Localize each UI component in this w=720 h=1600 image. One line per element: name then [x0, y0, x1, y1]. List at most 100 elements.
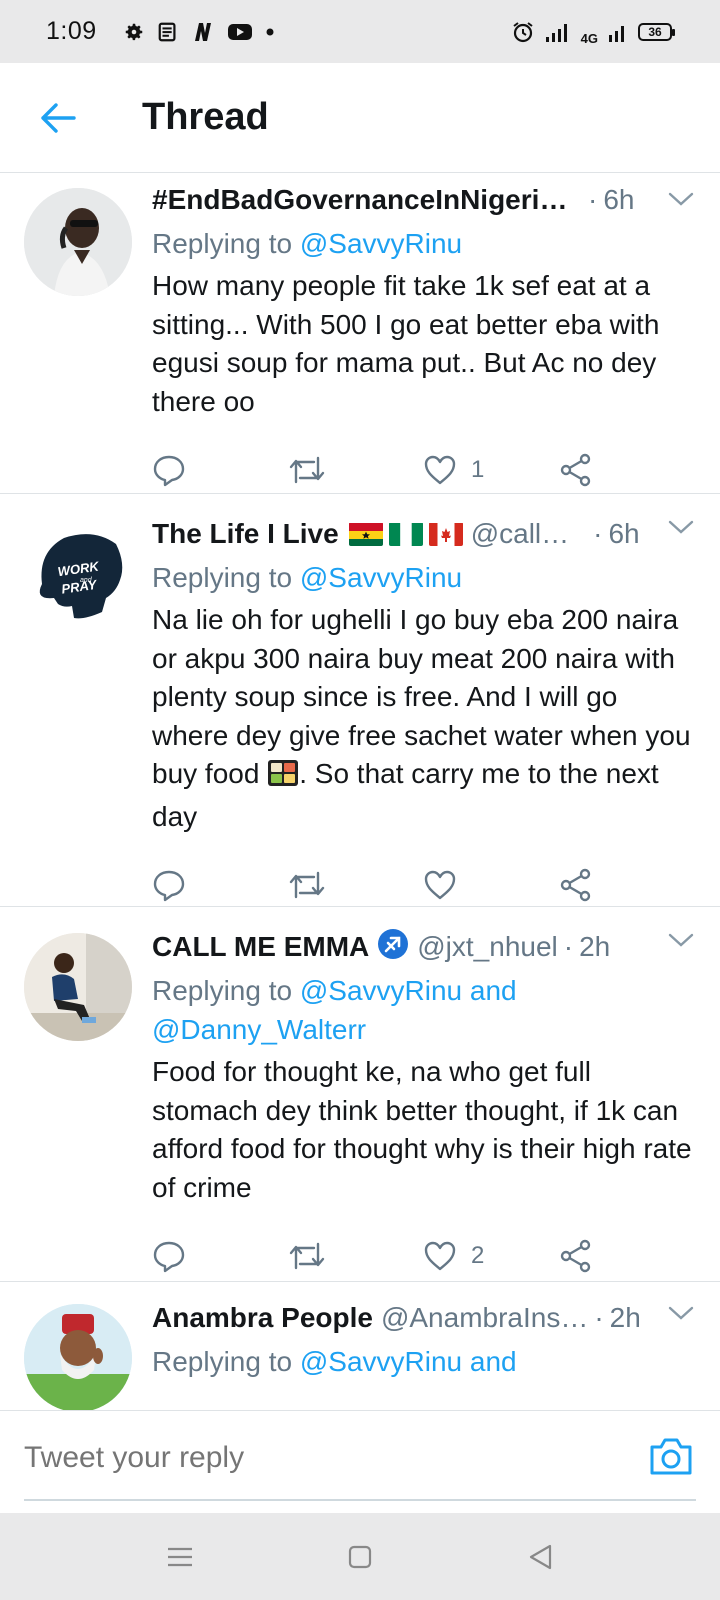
tweet-text: Na lie oh for ughelli I go buy eba 200 n… [152, 601, 694, 836]
share-icon [560, 1239, 590, 1273]
tweet[interactable]: CALL ME EMMA @jxt_nhuel · 2h Replying to… [0, 907, 720, 1282]
camera-icon [650, 1438, 692, 1475]
replying-prefix: Replying to [152, 562, 300, 593]
page-title: Thread [142, 96, 269, 138]
share-icon [560, 868, 590, 902]
nav-home-button[interactable] [340, 1537, 380, 1577]
retweet-button[interactable] [288, 869, 424, 901]
signal-icon-2 [609, 25, 624, 42]
tweet-header: #EndBadGovernanceInNigeria … · 6h [152, 176, 694, 224]
status-time: 1:09 [46, 17, 97, 45]
chevron-down-icon [668, 933, 694, 947]
display-name[interactable]: CALL ME EMMA [152, 931, 369, 963]
like-button[interactable] [423, 869, 559, 901]
tweet-menu-button[interactable] [666, 184, 696, 214]
tweet-menu-button[interactable] [666, 512, 696, 542]
dot-separator: · [563, 931, 574, 962]
display-name[interactable]: The Life I Live [152, 518, 339, 550]
tweet[interactable]: #EndBadGovernanceInNigeria … · 6h Replyi… [0, 174, 720, 494]
youtube-icon [227, 23, 252, 40]
nav-back-button[interactable] [520, 1537, 560, 1577]
avatar[interactable]: WORK and PRAY [24, 522, 132, 630]
ghana-flag-emoji [348, 522, 383, 546]
reply-button[interactable] [152, 453, 288, 487]
menu-icon [168, 1547, 192, 1566]
timestamp[interactable]: 6h [603, 184, 634, 216]
retweet-button[interactable] [288, 1240, 424, 1272]
avatar-image [24, 1304, 132, 1410]
triangle-back-icon [529, 1544, 552, 1569]
user-handle[interactable]: @call… [471, 518, 569, 550]
timestamp[interactable]: 2h [579, 931, 610, 963]
notification-icons [123, 21, 275, 43]
dot-separator: · [588, 184, 598, 215]
replying-handle-link[interactable]: @SavvyRinu [300, 562, 462, 593]
replying-prefix: Replying to [152, 1346, 300, 1377]
nav-menu-button[interactable] [160, 1537, 200, 1577]
display-name[interactable]: #EndBadGovernanceInNigeria … [152, 184, 582, 216]
arrow-left-icon [41, 102, 76, 133]
tweet-text: Food for thought ke, na who get full sto… [152, 1056, 692, 1203]
sagittarius-emoji [377, 928, 409, 967]
avatar-image [24, 188, 132, 296]
reply-button[interactable] [152, 1239, 288, 1273]
canada-flag-emoji [428, 522, 463, 546]
reply-button[interactable] [152, 868, 288, 902]
replying-to: Replying to @SavvyRinu and @Danny_Walter… [152, 971, 694, 1049]
back-button[interactable] [28, 88, 88, 148]
heart-icon [424, 1241, 456, 1271]
tweet-reply-input[interactable] [24, 1441, 604, 1475]
like-button[interactable]: 1 [423, 454, 559, 486]
replying-handle-link[interactable]: @SavvyRinu [300, 228, 462, 259]
timestamp[interactable]: 2h [610, 1302, 641, 1334]
news-icon [158, 22, 176, 41]
system-icons: 4G 36 [511, 17, 675, 46]
app-n-icon [194, 22, 211, 41]
bento-box-emoji [267, 759, 299, 798]
avatar[interactable] [24, 188, 132, 296]
tweet-header: Anambra People @AnambraIns… · 2h [152, 1294, 694, 1342]
share-button[interactable] [559, 1239, 695, 1273]
timestamp[interactable]: 6h [608, 518, 639, 550]
square-icon [348, 1545, 372, 1568]
retweet-icon [289, 871, 324, 899]
reply-icon [153, 870, 185, 902]
tweet-header: The Life I Live @call… · 6h [152, 510, 694, 558]
alarm-icon [513, 21, 533, 42]
avatar[interactable] [24, 1304, 132, 1410]
avatar-image [24, 933, 132, 1041]
retweet-button[interactable] [288, 454, 424, 486]
replying-to: Replying to @SavvyRinu [152, 224, 694, 263]
signal-icon [545, 23, 567, 42]
user-handle[interactable]: @AnambraIns… [381, 1302, 588, 1334]
battery-level: 36 [648, 24, 662, 39]
tweet-menu-button[interactable] [666, 1298, 696, 1328]
heart-icon [424, 455, 456, 485]
user-handle[interactable]: @jxt_nhuel [417, 931, 558, 963]
tweet-text: How many people fit take 1k sef eat at a… [152, 270, 660, 417]
like-button[interactable]: 2 [423, 1240, 559, 1272]
system-nav-bar [0, 1513, 720, 1600]
input-underline [24, 1499, 696, 1501]
display-name[interactable]: Anambra People [152, 1302, 373, 1334]
tweet[interactable]: WORK and PRAY The Life I Live @call… · 6… [0, 494, 720, 907]
avatar[interactable] [24, 933, 132, 1041]
dot-separator: · [594, 1302, 604, 1333]
share-button[interactable] [559, 453, 695, 487]
battery-icon: 36 [638, 22, 675, 41]
reply-bar [0, 1410, 720, 1513]
share-button[interactable] [559, 868, 695, 902]
camera-button[interactable] [648, 1435, 694, 1481]
network-type: 4G [580, 31, 598, 46]
tweet-menu-button[interactable] [666, 925, 696, 955]
tweet-header: CALL ME EMMA @jxt_nhuel · 2h [152, 923, 694, 971]
replying-handle-link[interactable]: @SavvyRinu and [300, 1346, 517, 1377]
more-notifications-icon [266, 28, 274, 35]
tweet[interactable]: Anambra People @AnambraIns… · 2h Replyin… [0, 1282, 720, 1410]
avatar-image: WORK and PRAY [24, 522, 132, 630]
thread-feed[interactable]: #EndBadGovernanceInNigeria … · 6h Replyi… [0, 174, 720, 1410]
gear-icon [125, 23, 142, 40]
replying-prefix: Replying to [152, 975, 300, 1006]
thread-header: Thread [0, 63, 720, 173]
heart-icon [424, 870, 456, 900]
